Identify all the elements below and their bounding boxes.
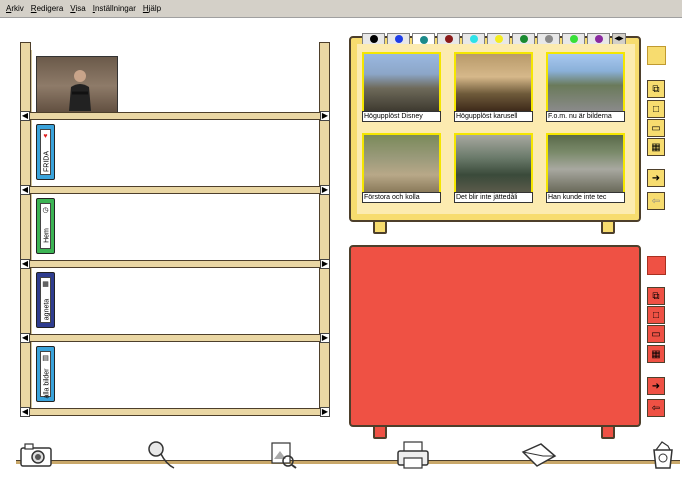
menu-arkiv[interactable]: Arkiv <box>6 4 24 13</box>
photo-caption[interactable]: Förstora och kolla <box>362 192 441 203</box>
binder-label-text: alla bilder <box>43 368 51 399</box>
photo-caption[interactable]: Högupplöst karusell <box>454 111 533 122</box>
binder-label-text: agneta <box>43 298 51 321</box>
photo-thumbnail[interactable] <box>362 133 441 194</box>
person-photo-icon <box>69 70 91 111</box>
shelf-plank-1 <box>20 112 330 120</box>
menu-redigera[interactable]: Redigera <box>31 4 63 13</box>
shelf-right-arrow-icon[interactable]: ▶ <box>320 407 330 417</box>
photo-thumbnails-panel: Högupplöst Disney Högupplöst karusell F.… <box>357 44 635 214</box>
binder-agneta[interactable]: ▦ agneta <box>36 272 55 328</box>
shelf-post-left <box>20 42 31 414</box>
shelf-left-arrow-icon[interactable]: ◀ <box>20 185 30 195</box>
photo-caption[interactable]: F.o.m. nu är bilderna <box>546 111 625 122</box>
clock-icon: ◷ <box>42 207 49 214</box>
shelf-left-arrow-icon[interactable]: ◀ <box>20 407 30 417</box>
profile-photo[interactable] <box>36 56 118 116</box>
binder-label: ▦ agneta <box>40 277 51 323</box>
binder-label: ♥ FRIDA <box>40 129 51 175</box>
photo-thumbnail[interactable] <box>362 52 441 113</box>
camera-icon[interactable] <box>18 440 54 470</box>
shelf-plank-4 <box>20 334 330 342</box>
photo-thumbnail[interactable] <box>546 133 625 194</box>
binder-hem[interactable]: ◷ Hem <box>36 198 55 254</box>
two-view-icon[interactable]: ▭ <box>647 119 665 137</box>
two-view-icon[interactable]: ▭ <box>647 325 665 343</box>
photo-thumbnail[interactable] <box>546 52 625 113</box>
shelf-row-5[interactable]: ▤ alla bilder <box>31 342 319 408</box>
heart-icon: ♥ <box>43 133 48 140</box>
photo-icon: ▦ <box>42 281 49 288</box>
single-view-icon[interactable]: □ <box>647 100 665 118</box>
printer-icon[interactable] <box>395 440 431 470</box>
back-arrow-icon[interactable]: ⇦ <box>647 192 665 210</box>
table-leg <box>601 425 615 439</box>
shelf-left-arrow-icon[interactable]: ◀ <box>20 333 30 343</box>
shelf-plank-5 <box>20 408 330 416</box>
photo-caption[interactable]: Han kunde inte tec <box>546 192 625 203</box>
shelf-right-arrow-icon[interactable]: ▶ <box>320 259 330 269</box>
pictures-icon: ▤ <box>42 355 49 362</box>
shelf-row-4[interactable]: ▦ agneta <box>31 268 319 334</box>
forward-arrow-icon[interactable]: ➜ <box>647 377 665 395</box>
shelf-plank-2 <box>20 186 330 194</box>
trash-icon[interactable] <box>645 440 681 470</box>
menu-installningar[interactable]: Inställningar <box>93 4 136 13</box>
single-view-icon[interactable]: □ <box>647 306 665 324</box>
shelf-post-right <box>319 42 330 414</box>
copy-icon[interactable]: ⧉ <box>647 80 665 98</box>
bookshelf: ◀ ▶ ♥ FRIDA ◀ ▶ ◷ Hem ◀ ▶ ▦ agneta ◀ ▶ ▤… <box>14 42 336 420</box>
grid-view-icon[interactable]: ▦ <box>647 138 665 156</box>
shelf-right-arrow-icon[interactable]: ▶ <box>320 185 330 195</box>
shelf-right-arrow-icon[interactable]: ▶ <box>320 333 330 343</box>
edit-photo-icon[interactable] <box>265 440 301 470</box>
photo-thumbnail[interactable] <box>454 52 533 113</box>
yellow-color-swatch[interactable] <box>647 46 666 65</box>
shelf-row-2[interactable]: ♥ FRIDA <box>31 120 319 186</box>
table-leg <box>601 220 615 234</box>
photo-caption[interactable]: Det blir inte jättedåli <box>454 192 533 203</box>
copy-icon[interactable]: ⧉ <box>647 287 665 305</box>
photo-thumbnail[interactable] <box>454 133 533 194</box>
app-window: Arkiv Redigera Visa Inställningar Hjälp … <box>0 0 682 484</box>
envelope-icon[interactable] <box>521 440 557 470</box>
binder-label-text: FRIDA <box>43 151 51 172</box>
floor-line <box>16 460 680 464</box>
table-leg <box>373 220 387 234</box>
binder-label: ◷ Hem <box>40 203 51 249</box>
table-leg <box>373 425 387 439</box>
shelf-row-3[interactable]: ◷ Hem <box>31 194 319 260</box>
menu-visa[interactable]: Visa <box>70 4 85 13</box>
binder-label-text: Hem <box>43 228 51 243</box>
red-color-swatch[interactable] <box>647 256 666 275</box>
binder-label: ▤ alla bilder <box>40 351 51 398</box>
red-table-workspace[interactable] <box>349 245 641 427</box>
binder-frida[interactable]: ♥ FRIDA <box>36 124 55 180</box>
menu-hjalp[interactable]: Hjälp <box>143 4 161 13</box>
photo-caption[interactable]: Högupplöst Disney <box>362 111 441 122</box>
forward-arrow-icon[interactable]: ➜ <box>647 169 665 187</box>
menu-bar: Arkiv Redigera Visa Inställningar Hjälp <box>0 0 682 18</box>
microphone-icon[interactable] <box>143 440 179 470</box>
shelf-plank-3 <box>20 260 330 268</box>
shelf-left-arrow-icon[interactable]: ◀ <box>20 111 30 121</box>
shelf-left-arrow-icon[interactable]: ◀ <box>20 259 30 269</box>
back-arrow-icon[interactable]: ⇦ <box>647 399 665 417</box>
shelf-row-1[interactable] <box>31 50 319 116</box>
shelf-right-arrow-icon[interactable]: ▶ <box>320 111 330 121</box>
binder-alla-bilder[interactable]: ▤ alla bilder <box>36 346 55 402</box>
grid-view-icon[interactable]: ▦ <box>647 345 665 363</box>
